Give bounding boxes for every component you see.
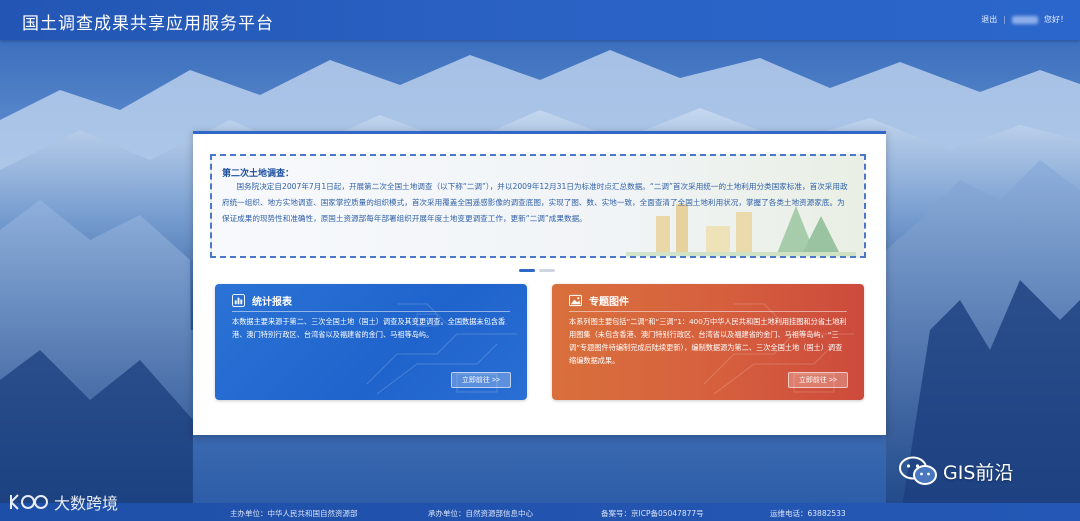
card-statistics[interactable]: 统计报表 本数据主要来源于第二、三次全国土地（国土）调查及其变更调查。全国数据未…	[215, 284, 527, 400]
card-statistics-header: 统计报表	[232, 293, 292, 308]
carousel-indicator	[519, 269, 555, 272]
app-title: 国土调查成果共享应用服务平台	[22, 14, 274, 34]
username-redacted	[1012, 15, 1038, 24]
footer-organizer: 承办单位：自然资源部信息中心	[428, 509, 533, 518]
card-maps-title: 专题图件	[589, 297, 629, 308]
intro-box: 第二次土地调查： 国务院决定自2007年7月1日起，开展第二次全国土地调查（以下…	[210, 154, 866, 258]
card-thematic-maps[interactable]: 专题图件 本系列图主要包括“二调”和“三调”1：400万中华人民共和国土地利用挂…	[552, 284, 864, 400]
header-links: 退出 | 您好！	[981, 14, 1068, 25]
gis-watermark-text: GIS前沿	[943, 461, 1014, 484]
picture-map-icon	[569, 294, 582, 307]
wechat-icon	[899, 456, 937, 485]
gis-watermark: GIS前沿	[898, 455, 1013, 487]
logout-link[interactable]: 退出	[981, 14, 997, 25]
intro-title: 第二次土地调查：	[222, 169, 295, 179]
main-panel: 第二次土地调查： 国务院决定自2007年7月1日起，开展第二次全国土地调查（以下…	[193, 131, 886, 435]
chart-report-icon	[232, 294, 245, 307]
greeting-text: 您好！	[1044, 15, 1068, 24]
intro-text: 国务院决定自2007年7月1日起，开展第二次全国土地调查（以下称“二调”），并以…	[222, 182, 848, 223]
card-statistics-title: 统计报表	[252, 297, 292, 308]
footer: 主办单位：中华人民共和国自然资源部 承办单位：自然资源部信息中心 备案号：京IC…	[0, 503, 1080, 521]
header-separator: |	[1003, 15, 1006, 24]
dsk-watermark-text: 大数跨境	[54, 494, 119, 513]
maps-go-button[interactable]: 立即前往 >>	[787, 372, 848, 388]
dsk-watermark: 大数跨境	[8, 490, 118, 514]
card-maps-header: 专题图件	[569, 293, 629, 308]
card-maps-text: 本系列图主要包括“二调”和“三调”1：400万中华人民共和国土地利用挂图和分省土…	[569, 317, 847, 365]
carousel-dot-1[interactable]	[519, 269, 535, 272]
brand-logo-icon	[10, 494, 48, 510]
carousel-dot-2[interactable]	[539, 269, 555, 272]
footer-icp[interactable]: 备案号：京ICP备05047877号	[601, 508, 704, 519]
footer-phone: 运维电话：63882533	[770, 509, 846, 518]
card-divider	[232, 311, 510, 312]
top-header: 国土调查成果共享应用服务平台 退出 | 您好！	[0, 0, 1080, 40]
card-divider	[569, 311, 847, 312]
card-statistics-text: 本数据主要来源于第二、三次全国土地（国土）调查及其变更调查。全国数据未包含香港、…	[232, 317, 506, 339]
footer-host: 主办单位：中华人民共和国自然资源部	[230, 509, 358, 518]
statistics-go-button[interactable]: 立即前往 >>	[450, 372, 511, 388]
